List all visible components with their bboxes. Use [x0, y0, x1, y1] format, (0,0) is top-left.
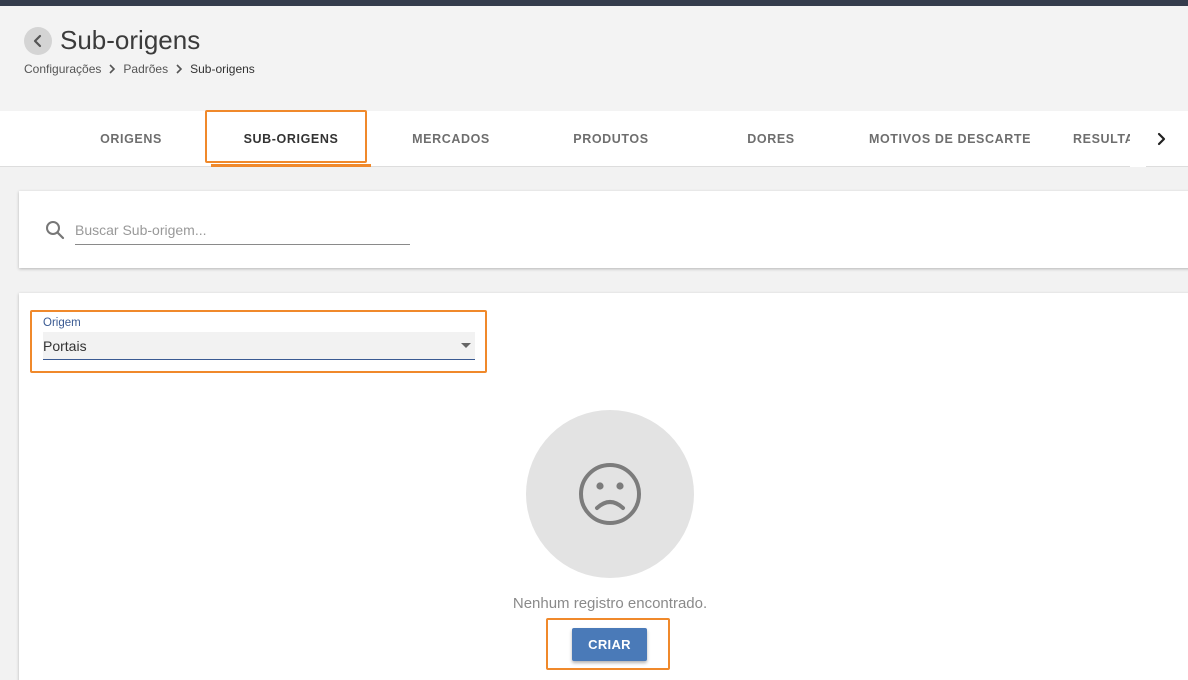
tab-bar: ORIGENS SUB-ORIGENS MERCADOS PRODUTOS DO… — [0, 111, 1188, 167]
search-icon — [46, 221, 65, 240]
origem-select-value: Portais — [43, 338, 87, 354]
chevron-right-icon — [175, 64, 183, 74]
create-button[interactable]: CRIAR — [572, 628, 647, 661]
breadcrumb: Configurações Padrões Sub-origens — [24, 62, 255, 76]
origem-select[interactable]: Origem Portais — [43, 315, 475, 363]
tab-sub-origens[interactable]: SUB-ORIGENS — [211, 111, 371, 167]
tabs-scroll-next-button[interactable] — [1148, 111, 1176, 167]
tab-origens[interactable]: ORIGENS — [51, 111, 211, 167]
empty-state-message: Nenhum registro encontrado. — [512, 595, 708, 612]
search-input[interactable] — [75, 215, 410, 245]
breadcrumb-item-configuracoes[interactable]: Configurações — [24, 62, 101, 76]
active-tab-indicator — [211, 164, 371, 167]
tab-produtos[interactable]: PRODUTOS — [531, 111, 691, 167]
sad-face-icon — [579, 463, 641, 525]
breadcrumb-item-sub-origens: Sub-origens — [190, 62, 255, 76]
origem-select-field[interactable]: Portais — [43, 332, 475, 360]
back-button[interactable] — [24, 27, 52, 55]
page-title: Sub-origens — [60, 25, 201, 55]
search-card — [19, 191, 1188, 268]
breadcrumb-item-padroes[interactable]: Padrões — [123, 62, 168, 76]
tab-dores[interactable]: DORES — [691, 111, 851, 167]
chevron-right-icon — [1157, 132, 1166, 146]
tab-motivos-de-descarte[interactable]: MOTIVOS DE DESCARTE — [851, 111, 1049, 167]
results-card: Origem Portais Nenhum registro encontrad… — [19, 293, 1188, 680]
chevron-right-icon — [108, 64, 116, 74]
empty-state-illustration — [526, 410, 694, 578]
page-header: Sub-origens Configurações Padrões Sub-or… — [0, 6, 1188, 111]
tab-mercados[interactable]: MERCADOS — [371, 111, 531, 167]
caret-down-icon — [461, 343, 471, 348]
chevron-left-icon — [33, 34, 42, 48]
origem-select-label: Origem — [43, 317, 81, 329]
tab-overflow-fade — [1130, 111, 1146, 167]
